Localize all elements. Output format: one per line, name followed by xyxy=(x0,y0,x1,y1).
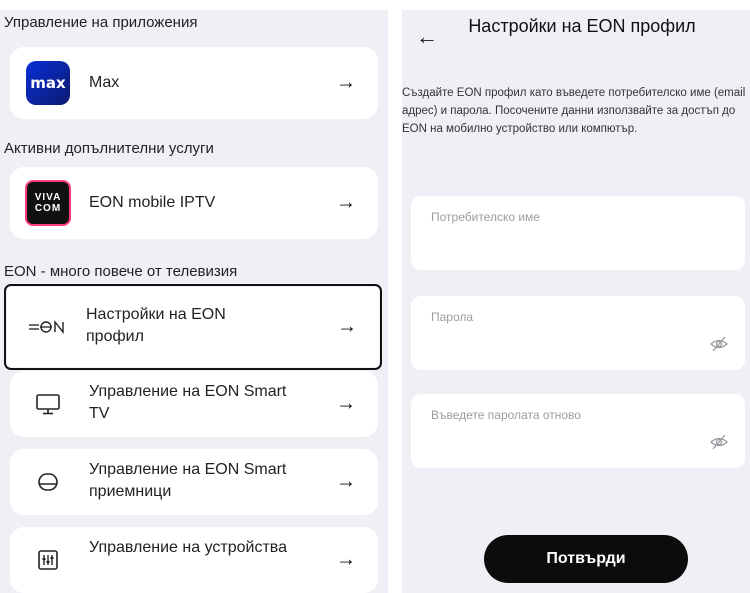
settings-list-panel: Управление на приложения max Max → Актив… xyxy=(0,0,388,593)
arrow-right-icon: → xyxy=(337,315,357,338)
section-title-services: Активни допълнителни услуги xyxy=(4,140,214,157)
arrow-right-icon: → xyxy=(336,191,356,214)
eon-logo-icon xyxy=(23,303,71,351)
username-placeholder: Потребителско име xyxy=(431,210,540,224)
username-field[interactable]: Потребителско име xyxy=(411,196,745,270)
card-eon-smart-receivers[interactable]: Управление на EON Smart приемници → xyxy=(10,449,378,515)
password-placeholder: Парола xyxy=(431,310,474,324)
password-field[interactable]: Парола xyxy=(411,296,745,370)
repeat-password-field[interactable]: Въведете паролата отново xyxy=(411,394,745,468)
receiver-icon xyxy=(24,458,72,506)
card-max-label: Max xyxy=(89,74,120,91)
card-device-management[interactable]: Управление на устройства → xyxy=(10,527,378,593)
card-eon-smart-tv[interactable]: Управление на EON Smart TV → xyxy=(10,371,378,437)
eye-slash-icon[interactable] xyxy=(709,334,729,354)
section-title-eon: EON - много повече от телевизия xyxy=(4,263,238,280)
max-logo: max xyxy=(24,59,72,107)
repeat-password-placeholder: Въведете паролата отново xyxy=(431,408,581,422)
tv-icon xyxy=(24,380,72,428)
card-eon-smart-receivers-label: Управление на EON Smart приемници xyxy=(89,461,287,500)
section-title-apps: Управление на приложения xyxy=(4,14,198,31)
device-settings-icon xyxy=(24,536,72,584)
arrow-right-icon: → xyxy=(336,71,356,94)
eye-slash-icon[interactable] xyxy=(709,432,729,452)
confirm-button[interactable]: Потвърди xyxy=(484,535,688,583)
card-eon-profile-settings[interactable]: Настройки на EON профил → xyxy=(4,284,382,370)
arrow-right-icon: → xyxy=(336,392,356,415)
card-eon-profile-label: Настройки на EON профил xyxy=(86,306,226,345)
vivacom-logo: VIVA COM xyxy=(24,179,72,227)
card-eon-mobile-iptv[interactable]: VIVA COM EON mobile IPTV → xyxy=(10,167,378,239)
top-strip xyxy=(0,0,750,10)
card-eon-smart-tv-label: Управление на EON Smart TV xyxy=(89,383,287,422)
card-device-management-label: Управление на устройства xyxy=(89,539,287,556)
eon-profile-settings-panel: ← Настройки на EON профил Създайте EON п… xyxy=(402,0,750,593)
arrow-right-icon: → xyxy=(336,470,356,493)
back-arrow-icon[interactable]: ← xyxy=(416,24,438,50)
page-title: Настройки на EON профил xyxy=(468,16,696,36)
card-eon-mobile-iptv-label: EON mobile IPTV xyxy=(89,194,216,211)
intro-text: Създайте EON профил като въведете потреб… xyxy=(402,87,746,135)
arrow-right-icon: → xyxy=(336,548,356,571)
card-max[interactable]: max Max → xyxy=(10,47,378,119)
